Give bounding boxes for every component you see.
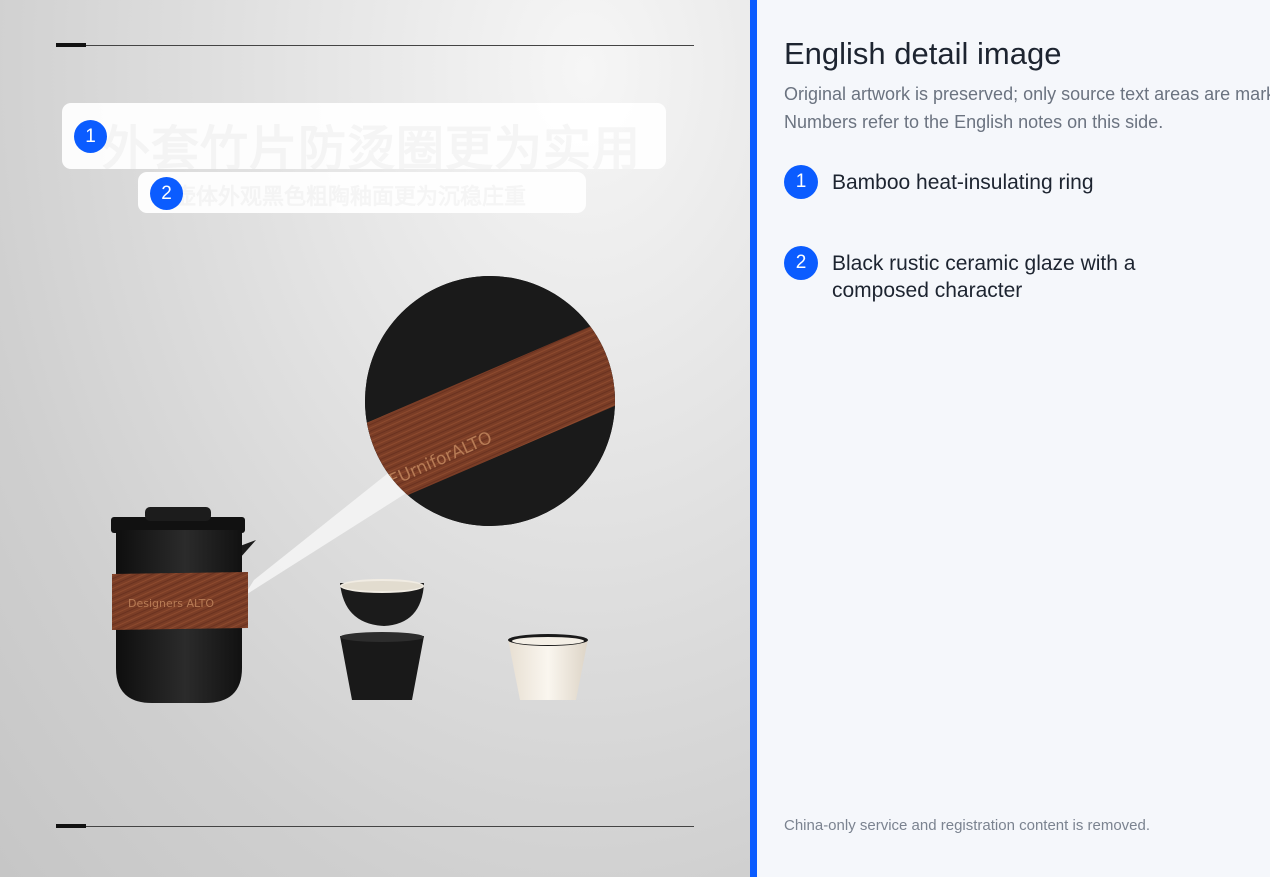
number-badge-icon: 1 xyxy=(784,165,818,199)
intro-line-2: Numbers refer to the English notes on th… xyxy=(784,112,1164,132)
source-text-area-2: 壶体外观黑色粗陶釉面更为沉稳庄重 xyxy=(138,172,586,213)
number-badge-icon: 1 xyxy=(74,120,107,153)
page-title: English detail image xyxy=(784,36,1062,71)
number-badge-icon: 2 xyxy=(784,246,818,280)
source-text-2: 壶体外观黑色粗陶釉面更为沉稳庄重 xyxy=(174,185,527,210)
footer-note: China-only service and registration cont… xyxy=(784,817,1151,834)
intro-line-1: Original artwork is preserved; only sour… xyxy=(784,84,1270,104)
english-notes-panel: English detail image Original artwork is… xyxy=(757,0,1270,877)
product-artwork: FUrniforALTO Designers ALTO 外套竹片防烫圈更为实用 … xyxy=(0,0,750,877)
white-cup xyxy=(508,634,588,700)
pot-band-engraving: Designers ALTO xyxy=(128,597,214,610)
note-text-2: Black rustic ceramic glaze with a compos… xyxy=(832,252,1136,302)
accent-divider xyxy=(750,0,757,877)
source-text-area-1: 外套竹片防烫圈更为实用 xyxy=(62,103,666,169)
black-cup-top xyxy=(340,579,424,626)
note-text-1: Bamboo heat-insulating ring xyxy=(832,171,1094,194)
tea-pot: Designers ALTO xyxy=(111,507,256,703)
intro-text: Original artwork is preserved; only sour… xyxy=(784,80,1270,136)
black-cup-bottom xyxy=(340,632,424,700)
source-text-1: 外套竹片防烫圈更为实用 xyxy=(102,121,642,169)
number-badge-icon: 2 xyxy=(150,177,183,210)
zoom-beam xyxy=(244,470,408,596)
